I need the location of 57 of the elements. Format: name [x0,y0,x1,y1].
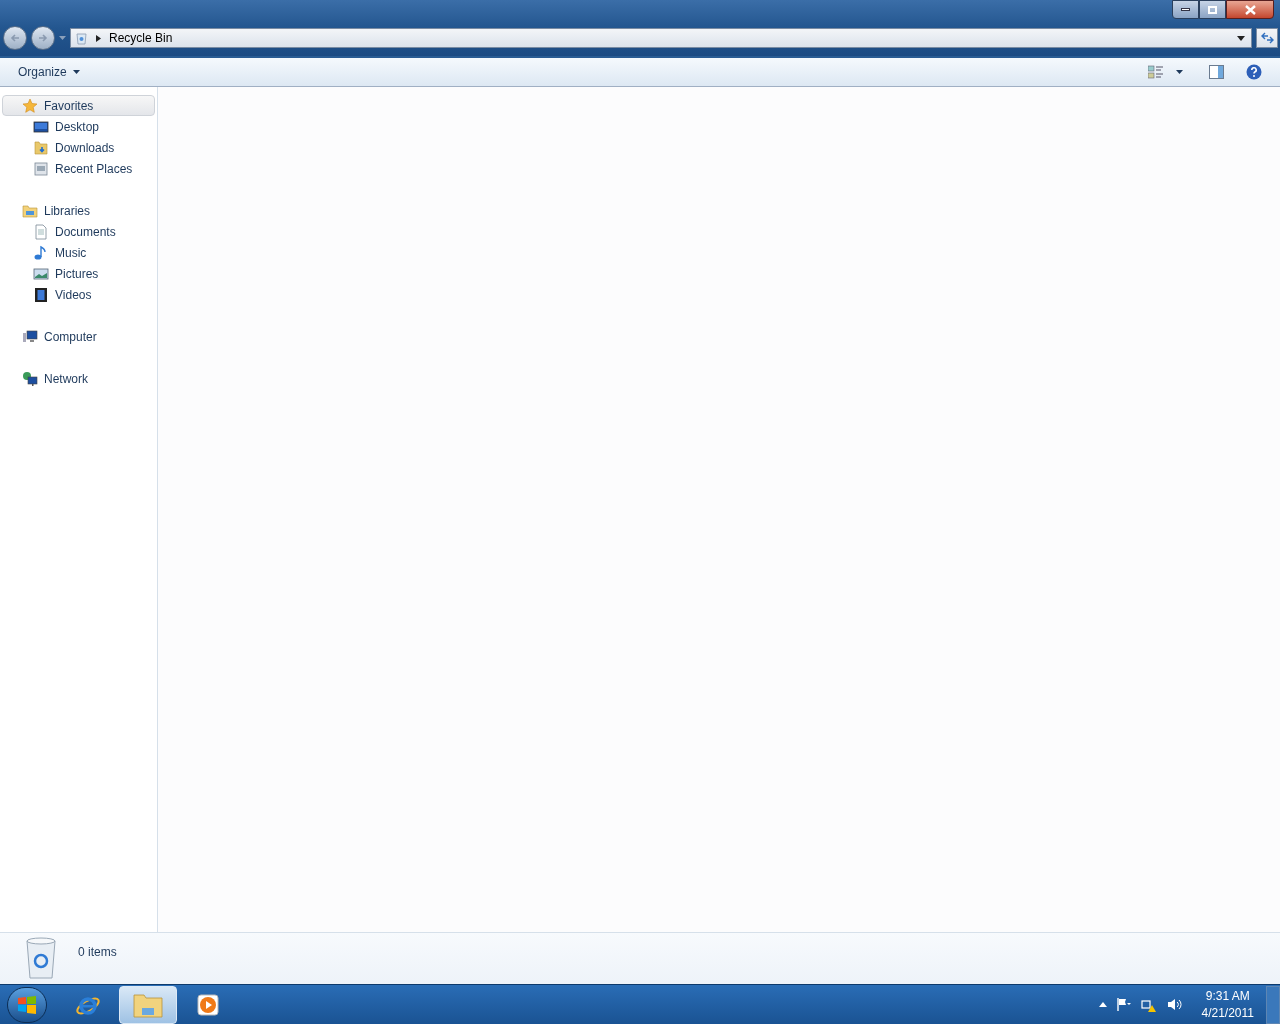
nav-item[interactable]: Documents [2,221,155,242]
nav-item[interactable]: Computer [2,326,155,347]
view-options-button[interactable] [1148,65,1183,79]
recent-places-icon [33,160,49,177]
breadcrumb-item[interactable]: Recycle Bin [109,29,173,47]
desktop-icon [33,118,49,135]
nav-item[interactable]: Videos [2,284,155,305]
speaker-icon[interactable] [1166,998,1182,1011]
caret-icon [1176,70,1183,74]
folder-download-icon [33,139,49,156]
network-warning-icon[interactable] [1140,997,1157,1012]
start-button[interactable] [7,986,47,1023]
forward-button[interactable] [31,26,55,50]
nav-item[interactable]: Desktop [2,116,155,137]
film-icon [33,286,49,303]
refresh-arrows-icon [1260,32,1274,44]
refresh-button[interactable] [1256,28,1278,48]
media-player-icon [196,992,220,1017]
help-button[interactable] [1246,64,1262,80]
nav-item[interactable]: Libraries [2,200,155,221]
network-icon [22,370,38,387]
document-icon [33,223,49,240]
flag-icon[interactable] [1116,998,1131,1011]
up-arrow-icon[interactable] [1098,1002,1107,1007]
recycle-bin-icon [24,936,58,980]
picture-icon [33,265,49,282]
nav-item[interactable]: Pictures [2,263,155,284]
close-button[interactable] [1226,0,1274,19]
item-count: 0 items [78,944,117,961]
restore-button[interactable] [1199,0,1226,19]
breadcrumb-arrow-icon[interactable] [96,34,101,42]
back-arrow-icon [9,32,21,44]
nav-item[interactable]: Network [2,368,155,389]
preview-pane-button[interactable] [1209,65,1224,79]
nav-item[interactable]: Favorites [2,95,155,116]
nav-item[interactable]: Music [2,242,155,263]
forward-arrow-icon [37,32,49,44]
minimize-button[interactable] [1172,0,1199,19]
clock[interactable]: 9:31 AM 4/21/2011 [1201,987,1254,1022]
star-icon [22,97,38,114]
library-folder-icon [22,202,38,219]
caret-icon [72,70,80,74]
taskbar-button[interactable] [119,985,177,1024]
music-note-icon [33,244,49,261]
back-button[interactable] [3,26,27,50]
organize-button[interactable]: Organize [18,63,80,81]
preview-pane-icon [1209,65,1224,79]
nav-item[interactable]: Downloads [2,137,155,158]
dropdown-caret-icon[interactable] [1237,35,1245,41]
nav-item[interactable]: Recent Places [2,158,155,179]
recycle-bin-icon [75,31,88,45]
windows-logo-icon [17,995,37,1014]
view-list-icon [1148,65,1164,79]
close-icon [1244,4,1256,15]
help-icon [1246,64,1262,80]
address-bar[interactable]: Recycle Bin [70,28,1252,48]
computer-icon [22,328,38,345]
